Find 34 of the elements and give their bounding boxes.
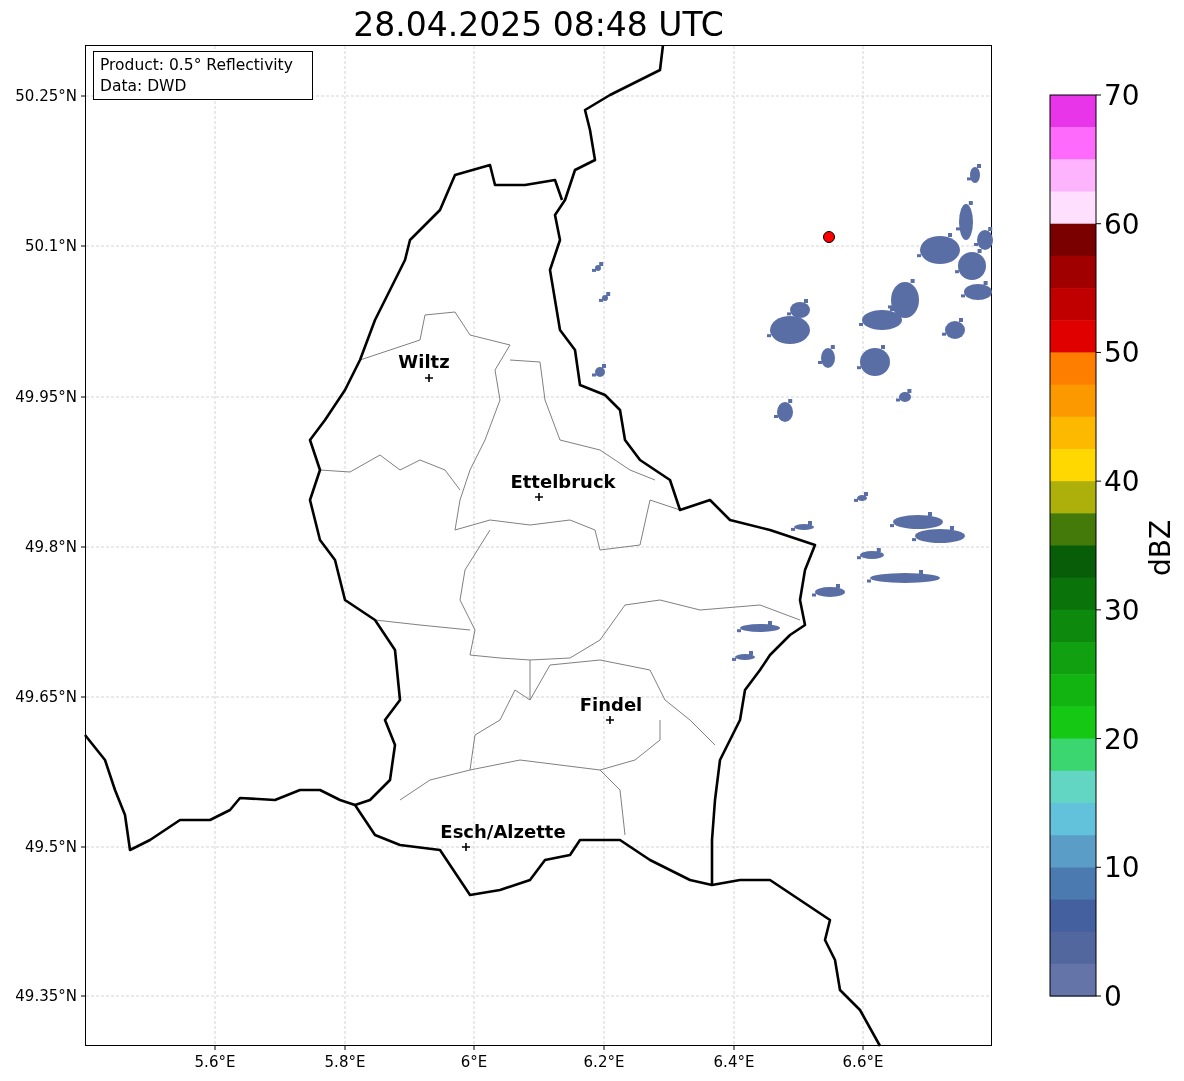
latitude-label: 49.95°N [15, 388, 77, 406]
map-title: 28.04.2025 08:48 UTC [352, 4, 725, 45]
scale-tick-label: 0 [1104, 980, 1122, 1013]
longitude-label: 5.6°E [194, 1053, 236, 1071]
city-label: Ettelbruck [510, 471, 616, 492]
city-label: Wiltz [398, 351, 450, 372]
scale-tick-label: 70 [1104, 79, 1140, 112]
city-marker [461, 842, 471, 852]
latitude-label: 50.1°N [24, 237, 77, 255]
longitude-label: 6°E [460, 1053, 488, 1071]
longitude-label: 6.4°E [713, 1053, 755, 1071]
city-marker [605, 715, 615, 725]
latitude-label: 49.65°N [15, 688, 77, 706]
scale-tick-label: 20 [1104, 722, 1140, 756]
scale-tick-label: 30 [1104, 593, 1140, 627]
city-label: Esch/Alzette [440, 821, 566, 842]
longitude-label: 5.8°E [324, 1053, 366, 1071]
city-marker [424, 373, 434, 383]
scale-tick-label: 50 [1104, 336, 1140, 370]
scale-tick-label: 40 [1104, 465, 1140, 499]
info-text: Data: DWD [100, 77, 187, 95]
radar-site-marker [823, 231, 835, 243]
scale-tick-label: 60 [1104, 207, 1140, 241]
scale-tick-label: 10 [1104, 851, 1140, 885]
city-label: Findel [579, 694, 643, 715]
scale-unit-label: dBZ [1144, 519, 1177, 577]
latitude-label: 49.8°N [24, 538, 77, 556]
latitude-label: 49.5°N [24, 838, 77, 856]
latitude-label: 50.25°N [15, 87, 77, 105]
longitude-label: 6.6°E [842, 1053, 884, 1071]
latitude-label: 49.35°N [15, 987, 77, 1005]
info-text: Product: 0.5° Reflectivity [100, 56, 293, 74]
longitude-label: 6.2°E [583, 1053, 625, 1071]
city-marker [534, 492, 544, 502]
